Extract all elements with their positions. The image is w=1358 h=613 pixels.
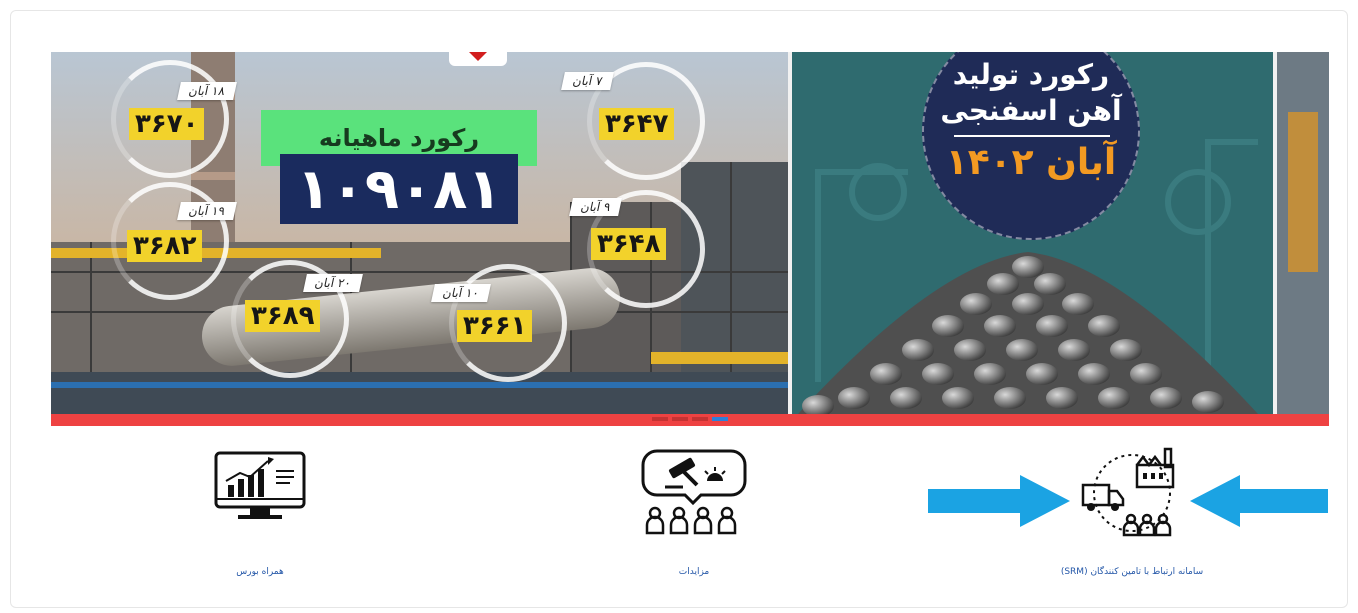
carousel-dot[interactable] (692, 417, 708, 421)
badge-subtitle: آهن اسفنجی (940, 94, 1122, 127)
service-label[interactable]: همراه بورس (110, 567, 410, 577)
service-stock-mobile[interactable]: همراه بورس (110, 445, 410, 585)
service-auctions[interactable]: مزایدات (544, 445, 844, 585)
service-label[interactable]: مزایدات (544, 567, 844, 577)
day-value: ۳۶۴۷ (599, 108, 675, 140)
record-badge: رکورد تولید آهن اسفنجی آبان ۱۴۰۲ (922, 52, 1140, 240)
day-date-label: ۱۸ آبان (177, 82, 237, 100)
carousel-dot[interactable] (672, 417, 688, 421)
carousel-dot-active[interactable] (712, 417, 728, 421)
carousel-dot[interactable] (652, 417, 668, 421)
supplier-relations-icon (1081, 447, 1175, 537)
badge-date: آبان ۱۴۰۲ (945, 142, 1117, 183)
day-date-label: ۱۹ آبان (177, 202, 237, 220)
badge-divider (954, 135, 1110, 137)
day-value: ۳۶۸۹ (245, 300, 321, 332)
day-value: ۳۶۴۸ (591, 228, 667, 260)
slide-right: رکورد تولید آهن اسفنجی آبان ۱۴۰۲ (788, 52, 1329, 414)
day-date-label: ۹ آبان (569, 198, 623, 216)
service-label[interactable]: سامانه ارتباط با تامین کنندگان (SRM) (982, 567, 1282, 577)
company-logo-icon (469, 52, 487, 61)
day-date-label: ۷ آبان (561, 72, 615, 90)
monthly-record-value: ۱۰۹۰۸۱ (280, 154, 518, 224)
hero-carousel[interactable]: ۱۸ آبان ۳۶۷۰ ۱۹ آبان ۳۶۸۲ ۲۰ آبان ۳۶۸۹ ۱… (51, 52, 1329, 414)
day-value: ۳۶۸۲ (127, 230, 203, 262)
stock-monitor-icon (214, 451, 306, 519)
day-value: ۳۶۷۰ (129, 108, 205, 140)
carousel-dots (51, 417, 1329, 421)
auction-icon (641, 449, 747, 535)
day-date-label: ۲۰ آبان (303, 274, 363, 292)
arrow-right-icon (928, 475, 1070, 527)
arrow-left-icon (1190, 475, 1328, 527)
day-date-label: ۱۰ آبان (431, 284, 491, 302)
badge-title: رکورد تولید (952, 58, 1110, 91)
day-value: ۳۶۶۱ (457, 310, 533, 342)
